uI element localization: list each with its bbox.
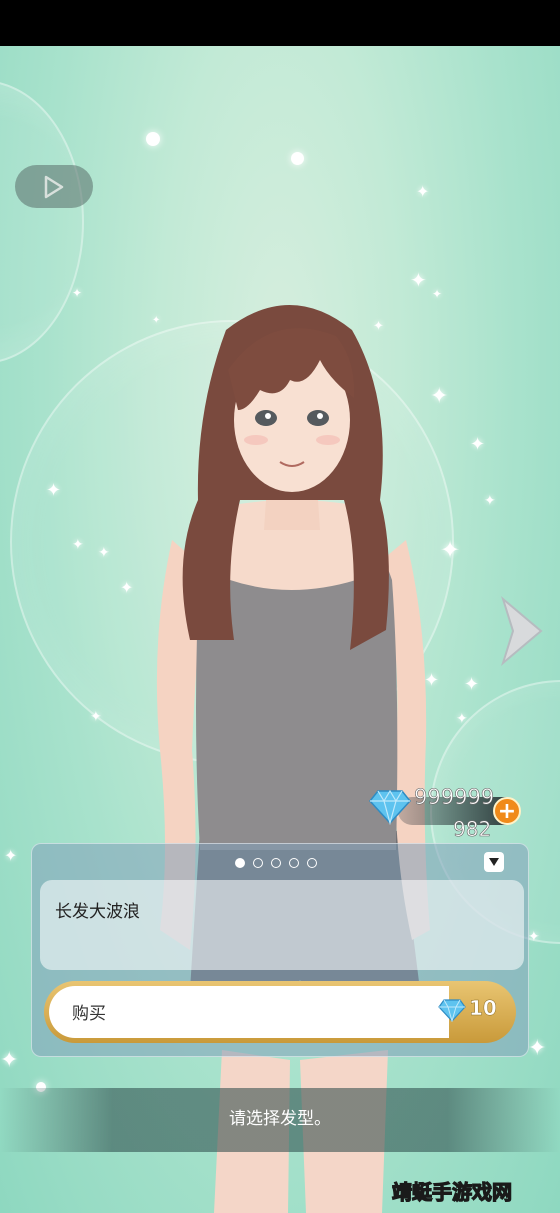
chevron-right-icon[interactable] — [497, 595, 545, 667]
page-indicator — [235, 858, 317, 868]
page-dot[interactable] — [253, 858, 263, 868]
page-dot[interactable] — [289, 858, 299, 868]
sparkle-icon: ✦ — [528, 1036, 547, 1061]
sparkle-icon: ✦ — [528, 929, 540, 945]
diamond-icon — [369, 789, 411, 825]
buy-button-body — [49, 986, 449, 1038]
sparkle-icon: ✦ — [72, 286, 83, 300]
price-value: 10 — [469, 996, 497, 1021]
plus-icon: + — [497, 798, 517, 824]
watermark: 靖蜓手游戏网 — [391, 1179, 512, 1204]
game-screen: ✦ ✦ ✦ ✦ ✦ ✦ ✦ ✦ ✦ ✦ ✦ ✦ ✦ ✦ ✦ ✦ ✦ ✦ ✦ ✦ … — [0, 0, 560, 1213]
sparkle-icon: ✦ — [456, 711, 468, 727]
page-dot[interactable] — [307, 858, 317, 868]
sparkle-icon: ✦ — [90, 709, 102, 725]
item-card[interactable] — [40, 880, 524, 970]
buy-button[interactable]: 购买 10 — [44, 981, 516, 1043]
sparkle-icon: ✦ — [72, 537, 84, 553]
prompt-text: 请选择发型。 — [229, 1109, 331, 1129]
triangle-down-icon — [489, 858, 499, 866]
sparkle-icon: ✦ — [470, 434, 486, 455]
sparkle-icon: ✦ — [410, 268, 427, 292]
sparkle-dot — [291, 152, 304, 165]
collapse-button[interactable] — [484, 852, 504, 872]
buy-label: 购买 — [72, 1004, 106, 1024]
diamond-icon — [438, 999, 466, 1022]
play-button[interactable] — [15, 165, 93, 208]
item-name: 长发大波浪 — [55, 902, 140, 922]
sparkle-icon: ✦ — [98, 545, 110, 561]
secondary-count: 982 — [453, 817, 492, 842]
play-icon — [44, 175, 64, 198]
add-gems-button[interactable]: + — [493, 797, 521, 825]
page-dot[interactable] — [235, 858, 245, 868]
sparkle-icon: ✦ — [464, 674, 480, 695]
sparkle-icon: ✦ — [46, 480, 62, 501]
sparkle-dot — [146, 132, 160, 146]
gem-counter: 999999 982 + — [368, 785, 528, 841]
character-illustration — [156, 305, 430, 1213]
sparkle-icon: ✦ — [484, 493, 496, 509]
background-bubble — [0, 80, 84, 364]
sparkle-icon: ✦ — [4, 846, 18, 865]
sparkle-icon: ✦ — [0, 1048, 19, 1073]
sparkle-icon: ✦ — [416, 182, 430, 201]
gem-count: 999999 — [414, 785, 495, 810]
status-bar — [0, 0, 560, 46]
page-dot[interactable] — [271, 858, 281, 868]
